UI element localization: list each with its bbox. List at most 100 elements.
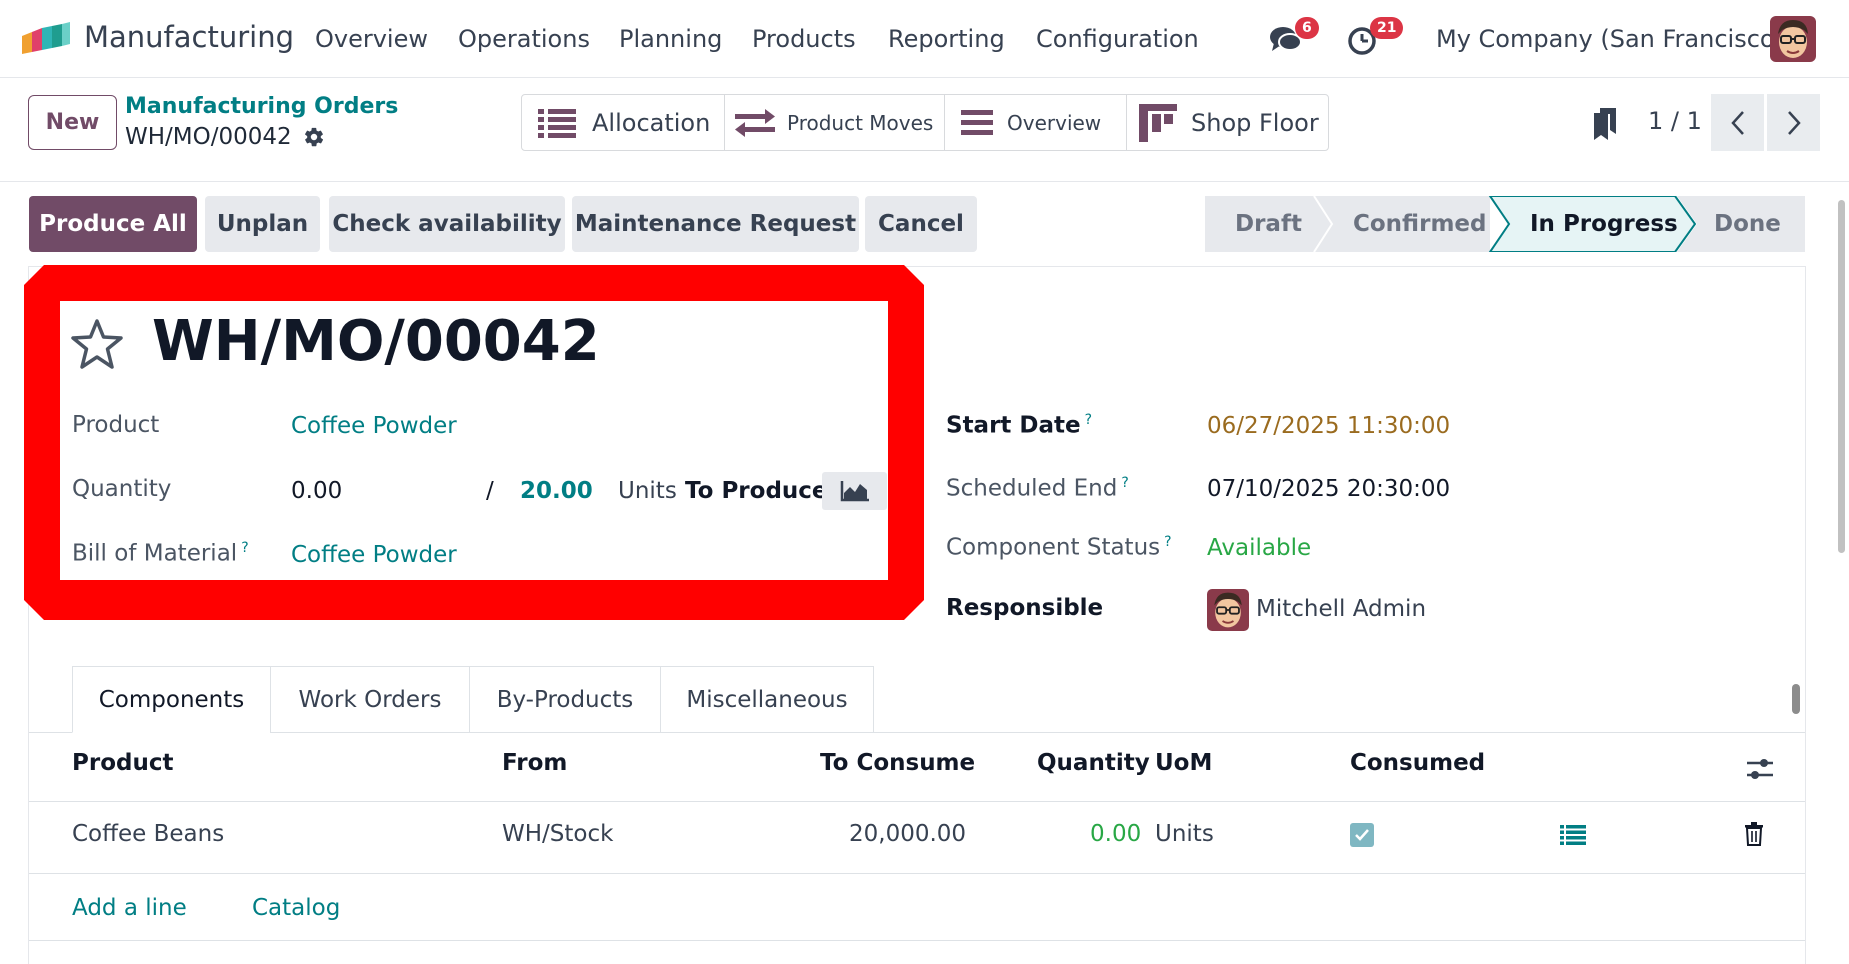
status-draft[interactable]: Draft (1235, 196, 1302, 252)
messages-badge: 6 (1295, 17, 1319, 39)
bookmark-icon[interactable] (1592, 108, 1618, 140)
responsible-field[interactable]: Mitchell Admin (1256, 596, 1426, 622)
detailed-operations-icon[interactable] (1560, 825, 1586, 845)
list-icon (538, 108, 576, 138)
quantity-uom[interactable]: Units (618, 478, 677, 504)
activities-badge: 21 (1370, 17, 1404, 39)
col-from-header[interactable]: From (502, 750, 567, 776)
component-status-help-icon[interactable]: ? (1164, 534, 1171, 550)
star-icon[interactable] (70, 318, 124, 370)
shop-floor-label: Shop Floor (1191, 108, 1319, 137)
record-title: WH/MO/00042 (152, 309, 600, 374)
product-moves-button[interactable]: Product Moves (725, 95, 945, 150)
product-field[interactable]: Coffee Powder (291, 413, 457, 439)
row-quantity-cell[interactable]: 0.00 (1090, 821, 1141, 847)
start-date-field[interactable]: 06/27/2025 11:30:00 (1207, 413, 1450, 439)
status-in-progress[interactable]: In Progress (1530, 196, 1678, 252)
status-done[interactable]: Done (1714, 196, 1781, 252)
quantity-separator: / (486, 478, 494, 504)
quantity-produced-field[interactable]: 0.00 (291, 478, 342, 504)
scheduled-end-label: Scheduled End? (946, 475, 1129, 502)
tab-work-orders[interactable]: Work Orders (270, 666, 470, 733)
scheduled-end-help-icon[interactable]: ? (1121, 475, 1128, 491)
bill-of-material-label-text: Bill of Material (72, 540, 238, 567)
bill-of-material-field[interactable]: Coffee Powder (291, 542, 457, 568)
menu-overview[interactable]: Overview (315, 25, 428, 53)
add-line-link[interactable]: Add a line (72, 895, 187, 921)
start-date-help-icon[interactable]: ? (1085, 412, 1092, 428)
tab-miscellaneous[interactable]: Miscellaneous (660, 666, 874, 733)
col-consumed-header[interactable]: Consumed (1350, 750, 1485, 776)
pager-value[interactable]: 1 / 1 (1648, 107, 1702, 135)
optional-columns-icon[interactable] (1746, 756, 1774, 782)
start-date-label: Start Date? (946, 412, 1092, 439)
unplan-button[interactable]: Unplan (205, 196, 320, 252)
tab-components[interactable]: Components (72, 666, 271, 733)
table-row-divider (29, 873, 1805, 874)
component-status-value: Available (1207, 535, 1312, 561)
checkmark-icon (1355, 829, 1369, 841)
component-status-label-text: Component Status (946, 534, 1161, 561)
cancel-button[interactable]: Cancel (865, 196, 977, 252)
overview-button[interactable]: Overview (945, 95, 1127, 150)
start-date-label-text: Start Date (946, 412, 1081, 439)
col-product-header[interactable]: Product (72, 750, 173, 776)
row-uom-cell[interactable]: Units (1155, 821, 1214, 847)
status-confirmed[interactable]: Confirmed (1353, 196, 1486, 252)
new-button[interactable]: New (28, 95, 117, 150)
bill-of-material-label: Bill of Material? (72, 540, 249, 567)
bars-icon (961, 109, 993, 135)
row-product-cell[interactable]: Coffee Beans (72, 821, 224, 847)
chevron-left-icon (1730, 110, 1744, 135)
menu-operations[interactable]: Operations (458, 25, 590, 53)
col-uom-header[interactable]: UoM (1155, 750, 1212, 776)
check-availability-button[interactable]: Check availability (329, 196, 565, 252)
chevron-right-icon (1787, 110, 1801, 135)
allocation-button[interactable]: Allocation (522, 95, 725, 150)
pager-previous-button[interactable] (1711, 94, 1764, 151)
breadcrumb-current-record: WH/MO/00042 (125, 124, 292, 150)
col-to-consume-header[interactable]: To Consume (820, 750, 975, 776)
table-header-divider (29, 801, 1805, 802)
row-from-cell[interactable]: WH/Stock (502, 821, 613, 847)
consumed-checkbox[interactable] (1350, 823, 1374, 847)
gear-icon[interactable] (303, 126, 325, 148)
user-avatar[interactable] (1770, 16, 1816, 62)
app-name[interactable]: Manufacturing (84, 20, 294, 54)
top-navbar: Manufacturing Overview Operations Planni… (0, 0, 1849, 78)
forecast-chart-button[interactable] (822, 472, 887, 510)
overview-label: Overview (1007, 110, 1102, 135)
component-status-label: Component Status? (946, 534, 1172, 561)
menu-configuration[interactable]: Configuration (1036, 25, 1199, 53)
pager-next-button[interactable] (1767, 94, 1820, 151)
allocation-label: Allocation (592, 108, 711, 137)
responsible-label: Responsible (946, 595, 1104, 621)
row-to-consume-cell[interactable]: 20,000.00 (849, 821, 966, 847)
bill-of-material-help-icon[interactable]: ? (241, 540, 248, 556)
tab-by-products[interactable]: By-Products (469, 666, 661, 733)
col-quantity-header[interactable]: Quantity (1037, 750, 1150, 776)
menu-planning[interactable]: Planning (619, 25, 722, 53)
product-label: Product (72, 412, 160, 438)
maintenance-request-button[interactable]: Maintenance Request (572, 196, 859, 252)
area-chart-icon (840, 481, 869, 502)
status-bar: Draft Confirmed In Progress Done (1205, 196, 1805, 252)
tab-scroll-indicator[interactable] (1792, 684, 1800, 714)
company-switcher[interactable]: My Company (San Francisco) (1436, 25, 1784, 53)
to-produce-label: To Produce (685, 478, 828, 504)
scheduled-end-field[interactable]: 07/10/2025 20:30:00 (1207, 476, 1450, 502)
shop-floor-button[interactable]: Shop Floor (1127, 95, 1328, 150)
quantity-target-field[interactable]: 20.00 (520, 478, 593, 504)
breadcrumb-manufacturing-orders[interactable]: Manufacturing Orders (125, 94, 398, 119)
produce-all-button[interactable]: Produce All (29, 196, 197, 252)
catalog-link[interactable]: Catalog (252, 895, 340, 921)
control-panel-divider (0, 181, 1849, 182)
trash-icon[interactable] (1744, 822, 1764, 846)
menu-reporting[interactable]: Reporting (888, 25, 1005, 53)
manufacturing-app-icon[interactable] (22, 22, 72, 56)
scheduled-end-label-text: Scheduled End (946, 475, 1118, 502)
menu-products[interactable]: Products (752, 25, 856, 53)
page-scrollbar-thumb[interactable] (1838, 200, 1845, 553)
shop-floor-icon (1139, 103, 1177, 142)
product-moves-label: Product Moves (787, 110, 934, 135)
